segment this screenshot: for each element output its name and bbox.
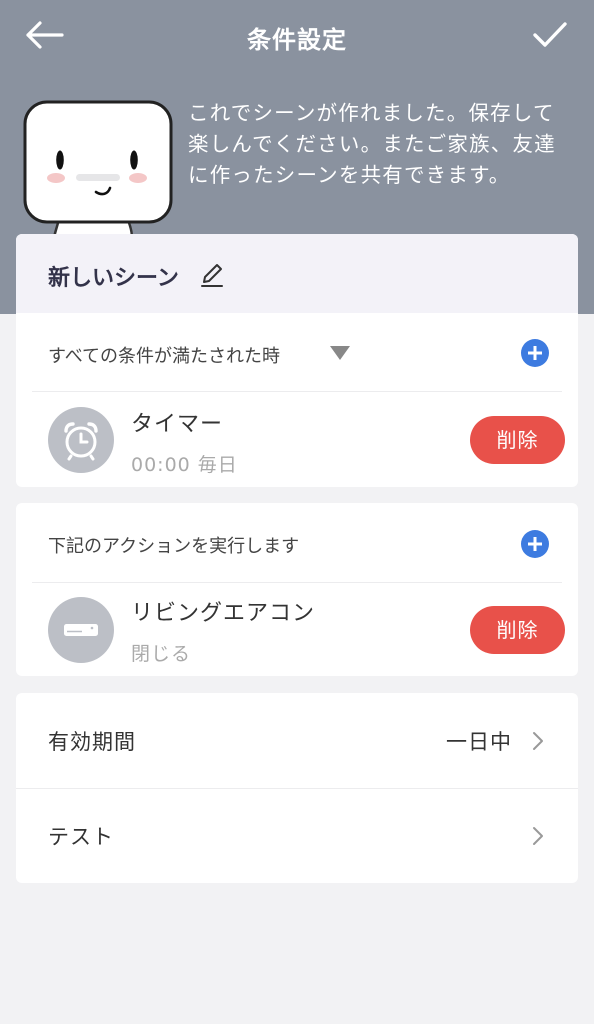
chevron-right-icon: [533, 827, 543, 845]
air-conditioner-icon: [64, 624, 98, 636]
conditions-label: すべての条件が満たされた時: [48, 346, 281, 367]
validity-period-row[interactable]: 有効期間 一日中: [16, 693, 578, 788]
aircon-icon-circle: [48, 597, 114, 663]
settings-card: 有効期間 一日中 テスト: [16, 693, 578, 883]
action-card: 下記のアクションを実行します リビングエアコン 閉じる 削除: [16, 503, 578, 676]
checkmark-icon: [533, 22, 567, 47]
add-action-button[interactable]: [521, 530, 549, 558]
divider: [32, 391, 562, 392]
nav-bar: 条件設定: [0, 0, 594, 72]
timer-icon-circle: [48, 407, 114, 473]
add-condition-button[interactable]: [521, 339, 549, 367]
delete-condition-button[interactable]: 削除: [470, 416, 565, 464]
dropdown-triangle-icon[interactable]: [329, 345, 351, 361]
divider: [32, 582, 562, 583]
alarm-clock-icon: [64, 422, 98, 461]
condition-title[interactable]: タイマー: [131, 406, 223, 438]
confirm-button[interactable]: [532, 20, 568, 50]
validity-period-value: 一日中: [446, 730, 512, 754]
condition-subtitle: 00:00 毎日: [131, 454, 238, 476]
action-subtitle: 閉じる: [131, 643, 192, 665]
chevron-right-icon: [533, 732, 543, 750]
pencil-icon: [201, 264, 223, 287]
edit-name-button[interactable]: [200, 262, 224, 288]
mascot-illustration: [20, 98, 176, 236]
actions-label: 下記のアクションを実行します: [48, 536, 300, 557]
intro-text: これでシーンが作れました。保存して楽しんでください。またご家族、友達に作ったシー…: [188, 101, 556, 187]
delete-action-button[interactable]: 削除: [470, 606, 565, 654]
scene-name[interactable]: 新しいシーン: [48, 260, 179, 292]
test-label: テスト: [48, 825, 114, 849]
page-title: 条件設定: [247, 26, 347, 54]
validity-period-label: 有効期間: [48, 730, 136, 754]
action-title[interactable]: リビングエアコン: [131, 595, 315, 627]
test-row[interactable]: テスト: [16, 788, 578, 883]
scene-card: 新しいシーン すべての条件が満たされた時 タイマー 00:00 毎日 削除: [16, 234, 578, 487]
scene-header: 新しいシーン: [16, 234, 578, 313]
